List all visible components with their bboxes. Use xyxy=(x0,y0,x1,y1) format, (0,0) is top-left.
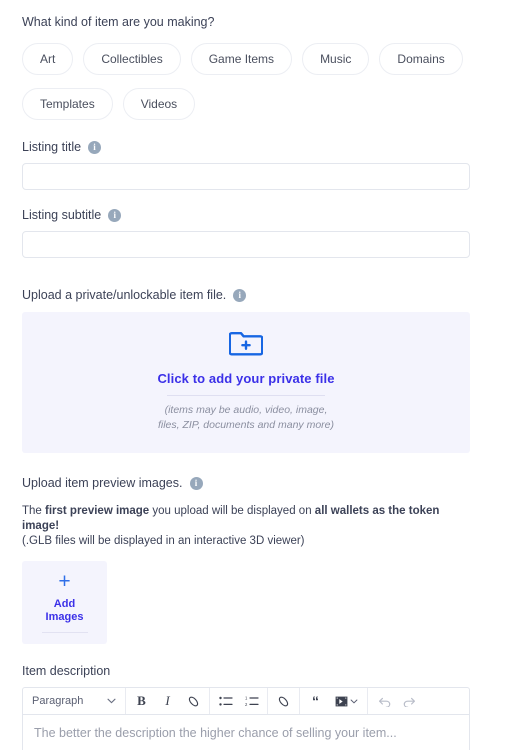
chevron-down-icon xyxy=(107,697,116,706)
notice-line-2: (.GLB files will be displayed in an inte… xyxy=(22,535,305,547)
listing-title-input[interactable] xyxy=(22,163,470,190)
numbered-list-icon[interactable]: 1 2 xyxy=(243,691,260,711)
toolbar-group-history xyxy=(368,688,425,714)
redo-icon[interactable] xyxy=(401,691,418,711)
category-pill-templates[interactable]: Templates xyxy=(22,88,113,120)
category-pill-row-2: Templates Videos xyxy=(22,88,470,120)
block-format-select[interactable]: Paragraph xyxy=(30,695,118,707)
toolbar-group-attach xyxy=(268,688,300,714)
private-file-link[interactable]: Click to add your private file xyxy=(22,371,470,386)
private-file-note: (items may be audio, video, image, files… xyxy=(157,404,335,431)
add-images-label-line2: Images xyxy=(45,611,84,623)
category-pill-game-items[interactable]: Game Items xyxy=(190,43,293,75)
media-dropdown[interactable] xyxy=(333,691,360,711)
category-pill-music[interactable]: Music xyxy=(302,43,370,75)
category-pill-domains[interactable]: Domains xyxy=(379,43,463,75)
preview-images-notice: The first preview image you upload will … xyxy=(22,504,470,549)
info-icon[interactable] xyxy=(88,140,102,154)
attachment-icon[interactable] xyxy=(275,691,292,711)
category-question: What kind of item are you making? xyxy=(22,15,215,29)
preview-images-label-row: Upload item preview images. xyxy=(22,475,470,491)
listing-title-label: Listing title xyxy=(22,140,82,154)
info-icon[interactable] xyxy=(189,476,203,490)
create-item-form: What kind of item are you making? Art Co… xyxy=(0,0,506,750)
add-images-button[interactable]: + Add Images xyxy=(22,561,107,644)
editor-toolbar: Paragraph B I 1 2 “ xyxy=(22,687,470,715)
toolbar-group-lists: 1 2 xyxy=(210,688,268,714)
category-pill-videos[interactable]: Videos xyxy=(122,88,196,120)
category-pill-collectibles[interactable]: Collectibles xyxy=(83,43,181,75)
info-icon[interactable] xyxy=(108,208,122,222)
bold-icon[interactable]: B xyxy=(133,691,150,711)
svg-text:1: 1 xyxy=(245,696,248,701)
private-file-label: Upload a private/unlockable item file. xyxy=(22,288,227,302)
preview-images-label: Upload item preview images. xyxy=(22,476,183,490)
listing-subtitle-label: Listing subtitle xyxy=(22,208,102,222)
italic-icon[interactable]: I xyxy=(159,691,176,711)
divider xyxy=(167,395,325,396)
toolbar-group-inline: B I xyxy=(126,688,210,714)
toolbar-group-format: Paragraph xyxy=(23,688,126,714)
private-file-dropzone[interactable]: Click to add your private file (items ma… xyxy=(22,312,470,453)
private-file-label-row: Upload a private/unlockable item file. xyxy=(22,287,470,303)
listing-subtitle-label-row: Listing subtitle xyxy=(22,207,470,223)
info-icon[interactable] xyxy=(233,288,247,302)
add-images-label: Add Images xyxy=(46,598,84,624)
undo-icon[interactable] xyxy=(375,691,392,711)
divider xyxy=(41,632,88,633)
blockquote-icon[interactable]: “ xyxy=(307,691,324,711)
plus-icon: + xyxy=(58,570,71,593)
listing-title-label-row: Listing title xyxy=(22,139,470,155)
link-icon[interactable] xyxy=(185,691,202,711)
item-description-label: Item description xyxy=(22,664,111,678)
notice-text-2: you upload will be displayed on xyxy=(149,505,315,517)
toolbar-group-insert: “ xyxy=(300,688,368,714)
block-format-value: Paragraph xyxy=(32,695,84,707)
category-pill-art[interactable]: Art xyxy=(22,43,74,75)
folder-plus-icon xyxy=(228,332,264,361)
bullet-list-icon[interactable] xyxy=(217,691,234,711)
add-images-label-line1: Add xyxy=(53,598,76,610)
item-description-editor[interactable]: The better the description the higher ch… xyxy=(22,715,470,750)
chevron-down-icon xyxy=(350,697,358,706)
svg-text:2: 2 xyxy=(245,702,248,707)
category-pill-row-1: Art Collectibles Game Items Music Domain… xyxy=(22,43,470,75)
notice-text-1: The xyxy=(22,505,46,517)
listing-subtitle-input[interactable] xyxy=(22,231,470,258)
notice-bold-1: first preview image xyxy=(45,505,150,517)
